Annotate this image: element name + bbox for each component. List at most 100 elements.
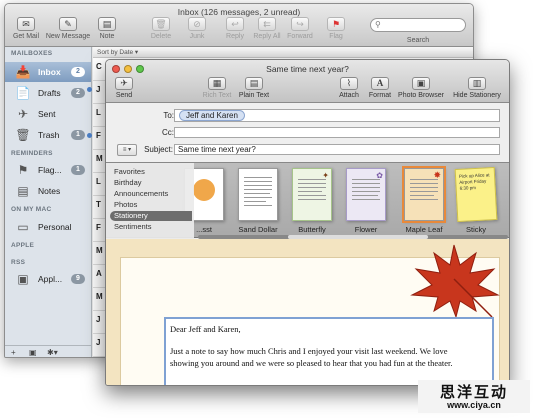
stationery-thumb-maple-leaf[interactable]: ✸: [402, 166, 446, 223]
sidebar-item-flagged[interactable]: ⚑ Flag... 1: [5, 160, 91, 180]
message-sender-initial: J: [96, 338, 101, 347]
hide-stationery-label: Hide Stationery: [453, 92, 501, 99]
reply-label: Reply: [226, 33, 244, 40]
reply-all-button[interactable]: ⇇ Reply All: [251, 17, 283, 40]
new-message-button[interactable]: ✎ New Message: [43, 17, 93, 40]
sidebar-item-label: Notes: [38, 186, 61, 196]
subject-field[interactable]: Same time next year?: [174, 144, 500, 155]
drafts-icon: 📄: [15, 86, 31, 100]
sent-icon: ✈: [17, 107, 29, 121]
hide-stationery-button[interactable]: ▥ Hide Stationery: [449, 77, 505, 99]
sidebar-item-notes[interactable]: ▤ Notes: [5, 181, 91, 201]
message-sender-initial: M: [96, 154, 103, 163]
sort-bar[interactable]: Sort by Date ▾: [93, 47, 473, 58]
category-photos[interactable]: Photos: [110, 200, 192, 210]
section-apple: APPLE: [11, 242, 35, 249]
search-label: Search: [406, 37, 430, 44]
mailbox-activity-button[interactable]: ▣: [29, 348, 37, 357]
stationery-thumb-sticky[interactable]: Pick up Alice at Airport Friday 6:30 pm: [454, 166, 498, 223]
count-badge: 1: [71, 165, 85, 175]
inbox-icon: 📥: [15, 65, 31, 79]
section-mailboxes: MAILBOXES: [11, 50, 53, 57]
sidebar-item-inbox[interactable]: 📥 Inbox 2: [5, 62, 91, 82]
sidebar-item-label: Trash: [38, 130, 60, 140]
message-sender-initial: F: [96, 131, 101, 140]
category-birthday[interactable]: Birthday: [110, 178, 192, 188]
category-sentiments[interactable]: Sentiments: [110, 222, 192, 232]
to-label: To:: [163, 111, 174, 120]
compose-window: Same time next year? ✈ Send ▦ Rich Text …: [105, 59, 510, 386]
send-label: Send: [115, 92, 133, 99]
gear-icon[interactable]: ✱▾: [47, 348, 58, 357]
search-input[interactable]: [370, 18, 466, 32]
get-mail-label: Get Mail: [12, 33, 40, 40]
sidebar-item-label: Personal: [38, 222, 72, 232]
recipient-token[interactable]: Jeff and Karen: [179, 110, 245, 121]
watermark-url: www.ciya.cn: [447, 400, 501, 410]
sidebar-footer: + ▣ ✱▾: [5, 345, 91, 357]
format-label: Format: [368, 92, 392, 99]
cc-field[interactable]: [174, 127, 500, 138]
rich-text-icon: ▦: [208, 77, 226, 90]
forward-button[interactable]: ↪ Forward: [285, 17, 315, 40]
flag-button[interactable]: ⚑ Flag: [323, 17, 349, 40]
window-title: Inbox (126 messages, 2 unread): [177, 7, 301, 17]
envelope-icon: ✉: [17, 17, 35, 31]
folder-icon: ▭: [17, 220, 29, 234]
sticky-note-text: Pick up Alice at Airport Friday 6:30 pm: [458, 172, 490, 191]
stationery-thumb-sand-dollar[interactable]: [238, 168, 278, 221]
message-sender-initial: M: [96, 292, 103, 301]
attach-button[interactable]: ⌇ Attach: [336, 77, 362, 99]
plain-text-button[interactable]: ▤ Plain Text: [236, 77, 272, 99]
reply-button[interactable]: ↩ Reply: [223, 17, 247, 40]
sidebar-item-personal[interactable]: ▭ Personal: [5, 217, 91, 237]
photo-browser-label: Photo Browser: [398, 92, 444, 99]
paperclip-icon: ⌇: [340, 77, 358, 90]
delete-button[interactable]: 🗑 Delete: [147, 17, 175, 40]
add-mailbox-button[interactable]: +: [11, 348, 16, 357]
sidebar-item-label: Flag...: [38, 165, 62, 175]
flag-icon: ⚑: [17, 163, 29, 177]
note-label: Note: [99, 33, 115, 40]
body-line: Just a note to say how much Chris and I …: [170, 346, 448, 356]
stationery-label: Butterfly: [298, 225, 326, 234]
junk-label: Junk: [189, 33, 205, 40]
mailbox-sidebar: MAILBOXES 📥 Inbox 2 📄 Drafts 2 ✈ Sent 🗑 …: [5, 47, 92, 357]
photo-browser-button[interactable]: ▣ Photo Browser: [396, 77, 446, 99]
delete-label: Delete: [150, 33, 172, 40]
category-favorites[interactable]: Favorites: [110, 167, 192, 177]
stationery-label: Sand Dollar: [238, 225, 278, 234]
junk-button[interactable]: ⊘ Junk: [185, 17, 209, 40]
account-select[interactable]: ≡ ▾: [117, 144, 137, 156]
message-body-area: Dear Jeff and Karen, Just a note to say …: [106, 239, 509, 385]
sidebar-item-sent[interactable]: ✈ Sent: [5, 104, 91, 124]
unread-dot: [87, 133, 92, 138]
send-button[interactable]: ✈ Send: [110, 77, 138, 99]
compose-icon: ✎: [59, 17, 77, 31]
message-sender-initial: T: [96, 200, 101, 209]
body-greeting: Dear Jeff and Karen,: [170, 324, 241, 334]
sidebar-item-label: Drafts: [38, 88, 61, 98]
message-body-editor[interactable]: Dear Jeff and Karen, Just a note to say …: [164, 317, 494, 385]
category-stationery[interactable]: Stationery: [110, 211, 192, 221]
sidebar-item-trash[interactable]: 🗑 Trash 1: [5, 125, 91, 145]
stationery-thumb-flower[interactable]: ✿: [346, 168, 386, 221]
note-button[interactable]: ▤ Note: [95, 17, 119, 40]
category-announcements[interactable]: Announcements: [110, 189, 192, 199]
rich-text-button[interactable]: ▦ Rich Text: [200, 77, 234, 99]
note-icon: ▤: [98, 17, 116, 31]
forward-icon: ↪: [291, 17, 309, 31]
format-button[interactable]: A Format: [366, 77, 394, 99]
compose-toolbar: Same time next year? ✈ Send ▦ Rich Text …: [106, 60, 509, 103]
cc-label: Cc:: [162, 128, 174, 137]
stationery-thumb-butterfly[interactable]: ✦: [292, 168, 332, 221]
stationery-browser: ✦ ✿ ✸ Pick up Alice at Airport Friday 6:…: [106, 162, 509, 239]
stationery-icon: ▥: [468, 77, 486, 90]
message-sender-initial: L: [96, 108, 101, 117]
plain-text-label: Plain Text: [238, 92, 270, 99]
sidebar-item-drafts[interactable]: 📄 Drafts 2: [5, 83, 91, 103]
unread-count-badge: 2: [71, 67, 85, 77]
sidebar-item-apple-rss[interactable]: ▣ Appl... 9: [5, 269, 91, 289]
message-sender-initial: L: [96, 177, 101, 186]
get-mail-button[interactable]: ✉ Get Mail: [9, 17, 43, 40]
